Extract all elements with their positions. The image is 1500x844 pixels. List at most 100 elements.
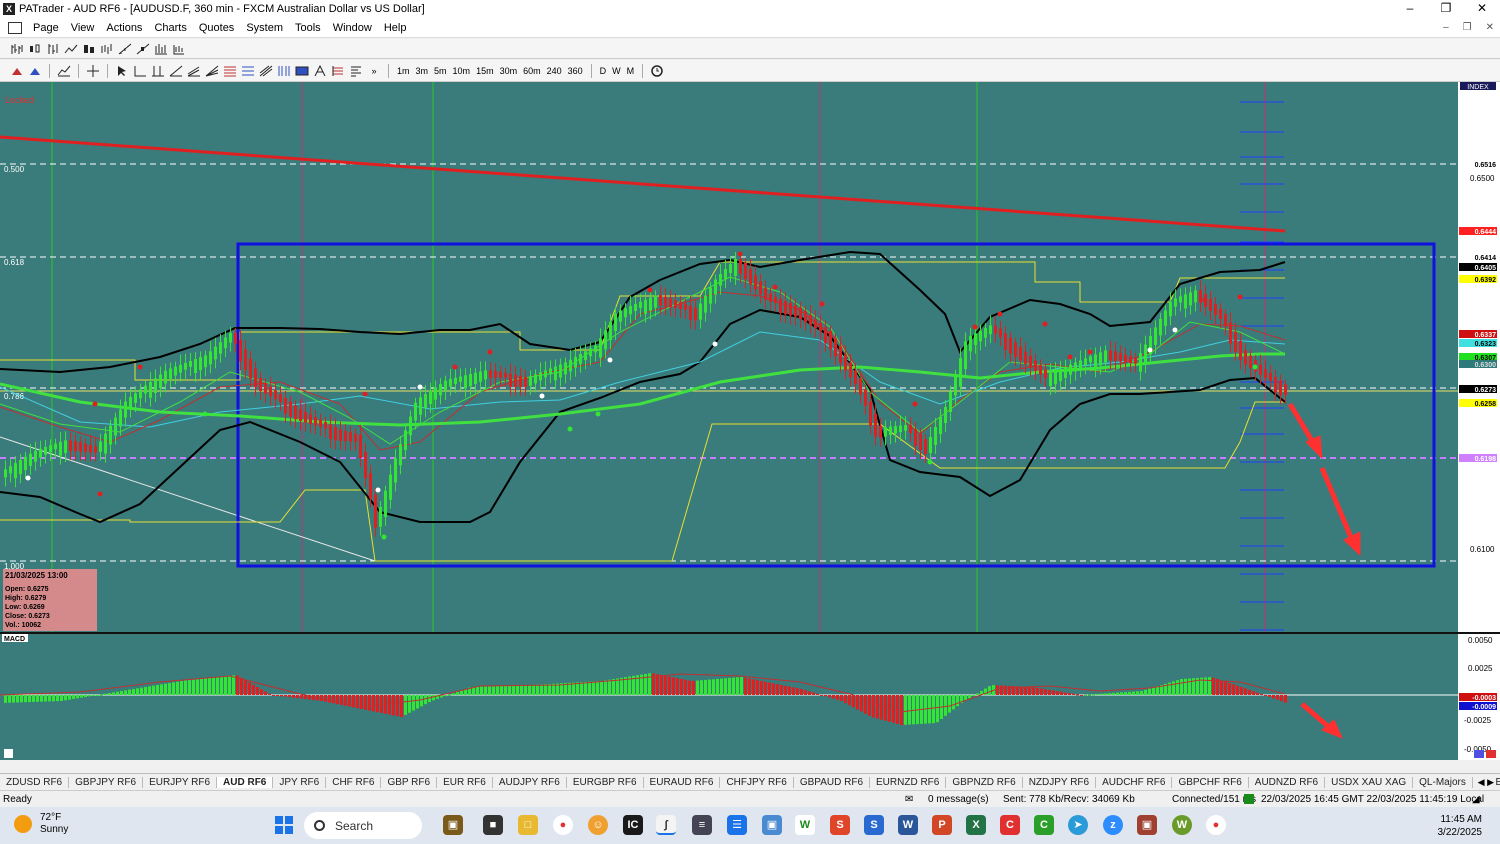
timeframe-w[interactable]: W	[609, 66, 624, 76]
menu-view[interactable]: View	[65, 22, 101, 34]
symbol-tab[interactable]: GBPJPY RF6	[69, 776, 144, 788]
system-clock[interactable]: 11:45 AM 3/22/2025	[1438, 813, 1483, 839]
symbol-tab[interactable]: EURJPY RF6	[143, 776, 218, 788]
fib-fan-icon[interactable]	[204, 64, 220, 78]
candle-chart-icon[interactable]	[27, 42, 43, 56]
notes-app-icon[interactable]: ☰	[727, 815, 747, 835]
app-s-red-icon[interactable]: S	[830, 815, 850, 835]
symbol-tab[interactable]: NZDJPY RF6	[1023, 776, 1097, 788]
fib-extension-icon[interactable]	[240, 64, 256, 78]
chart-menu-icon[interactable]	[8, 21, 22, 34]
ic-app-icon[interactable]: IC	[623, 815, 643, 835]
symbol-tab[interactable]: EURGBP RF6	[567, 776, 644, 788]
app-w-green-icon[interactable]: W	[1172, 815, 1192, 835]
symbol-tab[interactable]: GBP RF6	[381, 776, 438, 788]
tab-scroll-arrows-icon[interactable]: ◀ ▶	[1475, 776, 1496, 788]
symbol-tab[interactable]: EURAUD RF6	[644, 776, 721, 788]
zoom-out-icon[interactable]	[27, 64, 43, 78]
horizontal-line-icon[interactable]	[132, 64, 148, 78]
menu-tools[interactable]: Tools	[289, 22, 327, 34]
symbol-tab[interactable]: AUD RF6	[217, 776, 274, 788]
vertical-line-icon[interactable]	[150, 64, 166, 78]
symbol-tab[interactable]: CHFJPY RF6	[720, 776, 794, 788]
app-c-green-icon[interactable]: C	[1034, 815, 1054, 835]
pnf-chart-icon[interactable]	[171, 42, 187, 56]
timeframe-m[interactable]: M	[624, 66, 638, 76]
symbol-tab[interactable]: JPY RF6	[273, 776, 327, 788]
menu-help[interactable]: Help	[378, 22, 413, 34]
zoom-in-icon[interactable]	[9, 64, 25, 78]
app-box-icon[interactable]: ▣	[1137, 815, 1157, 835]
gann-icon[interactable]	[258, 64, 274, 78]
chrome-icon[interactable]: ●	[553, 815, 573, 835]
taskbar-search[interactable]: Search	[304, 812, 422, 839]
pitchfork-icon[interactable]	[330, 64, 346, 78]
timeframe-60m[interactable]: 60m	[520, 66, 544, 76]
app-s-blue-icon[interactable]: S	[864, 815, 884, 835]
work-app-icon[interactable]: ▣	[443, 815, 463, 835]
ohlc-chart-icon[interactable]	[45, 42, 61, 56]
symbol-tab[interactable]: GBPCHF RF6	[1172, 776, 1249, 788]
timeframe-1m[interactable]: 1m	[394, 66, 413, 76]
photos-icon[interactable]: ▣	[762, 815, 782, 835]
menu-quotes[interactable]: Quotes	[193, 22, 240, 34]
menu-charts[interactable]: Charts	[148, 22, 192, 34]
text-tool-icon[interactable]	[312, 64, 328, 78]
pointer-icon[interactable]	[114, 64, 130, 78]
symbol-tab[interactable]: ZDUSD RF6	[0, 776, 70, 788]
excel-icon[interactable]: X	[966, 815, 986, 835]
menu-actions[interactable]: Actions	[100, 22, 148, 34]
clock-icon[interactable]	[649, 64, 665, 78]
renko-chart-icon[interactable]	[135, 42, 151, 56]
symbol-tab[interactable]: QL-Majors	[1413, 776, 1473, 788]
pane-resize-handle[interactable]	[4, 749, 13, 758]
bar-chart-icon[interactable]	[9, 42, 25, 56]
mdi-close-button[interactable]: ✕	[1486, 22, 1494, 33]
crosshair-icon[interactable]	[85, 64, 101, 78]
timeframe-10m[interactable]: 10m	[450, 66, 474, 76]
wave-app-icon[interactable]: W	[795, 815, 815, 835]
symbol-tab[interactable]: AUDCHF RF6	[1096, 776, 1173, 788]
symbol-tab[interactable]: AUDJPY RF6	[493, 776, 567, 788]
menu-page[interactable]: Page	[27, 22, 65, 34]
timeframe-3m[interactable]: 3m	[413, 66, 432, 76]
minimize-button[interactable]: –	[1392, 0, 1428, 18]
timeframe-15m[interactable]: 15m	[473, 66, 497, 76]
mdi-restore-button[interactable]: ❐	[1463, 22, 1472, 33]
app-c-red-icon[interactable]: C	[1000, 815, 1020, 835]
trend-chart-icon[interactable]	[117, 42, 133, 56]
range-chart-icon[interactable]	[99, 42, 115, 56]
symbol-tab[interactable]: USDX XAU XAG	[1325, 776, 1414, 788]
heikin-chart-icon[interactable]	[81, 42, 97, 56]
timeframe-5m[interactable]: 5m	[431, 66, 450, 76]
chart-area[interactable]: 0.500 0.618 0.786 1.000 Locked 21/03/202…	[0, 82, 1500, 760]
app-orange-icon[interactable]: ☺	[588, 815, 608, 835]
menu-window[interactable]: Window	[327, 22, 378, 34]
timeframe-30m[interactable]: 30m	[497, 66, 521, 76]
zoom-icon[interactable]: z	[1103, 815, 1123, 835]
symbol-tab[interactable]: CHF RF6	[326, 776, 382, 788]
channel-icon[interactable]	[186, 64, 202, 78]
kagi-chart-icon[interactable]	[153, 42, 169, 56]
price-chart-svg[interactable]: 0.500 0.618 0.786 1.000 Locked 21/03/202…	[0, 82, 1500, 760]
calculator-icon[interactable]: ≡	[692, 815, 712, 835]
mdi-minimize-button[interactable]: –	[1443, 22, 1449, 33]
trendline-icon[interactable]	[168, 64, 184, 78]
indicator-icon[interactable]	[56, 64, 72, 78]
more-tools-icon[interactable]: »	[366, 64, 382, 78]
menu-system[interactable]: System	[240, 22, 289, 34]
windows-start-icon[interactable]	[275, 816, 293, 834]
symbol-tab[interactable]: GBPNZD RF6	[946, 776, 1023, 788]
word-icon[interactable]: W	[898, 815, 918, 835]
macd-settings-icon[interactable]	[1474, 750, 1484, 758]
symbol-tab[interactable]: EURNZD RF6	[870, 776, 947, 788]
fib-retracement-icon[interactable]	[222, 64, 238, 78]
weather-widget[interactable]: 72°F Sunny	[14, 812, 68, 836]
telegram-icon[interactable]: ➤	[1068, 815, 1088, 835]
maximize-button[interactable]: ❐	[1428, 0, 1464, 18]
line-chart-icon[interactable]	[63, 42, 79, 56]
patrader-icon[interactable]: ∫	[656, 815, 676, 835]
symbol-tab[interactable]: EUR RF6	[437, 776, 493, 788]
close-button[interactable]: ✕	[1464, 0, 1500, 18]
speed-lines-icon[interactable]	[348, 64, 364, 78]
